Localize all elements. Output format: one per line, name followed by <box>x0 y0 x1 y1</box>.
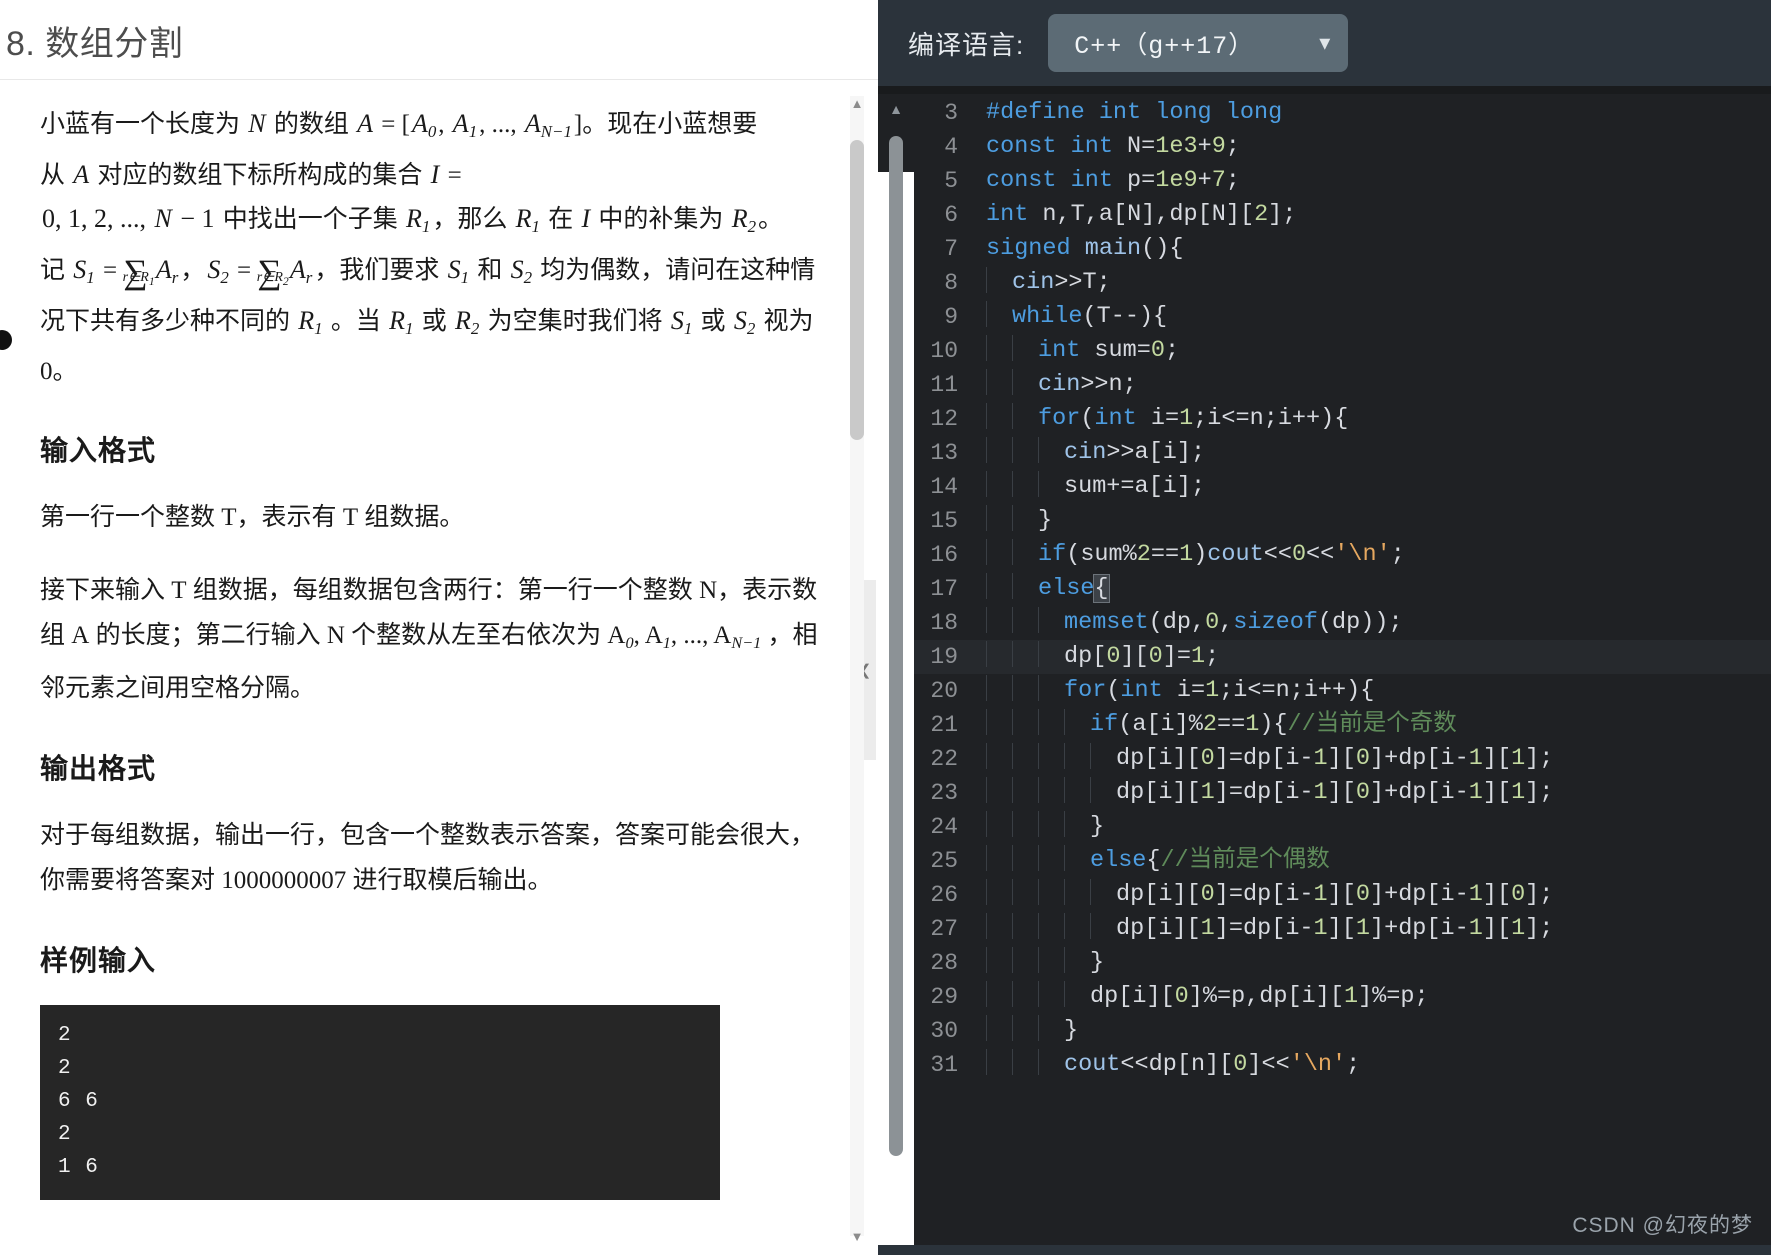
code-line[interactable]: 30} <box>878 1014 1771 1048</box>
code-lines-table: 3 #define int long long 4 const int N=1e3+9… <box>878 96 1771 1082</box>
line-source[interactable]: if(sum%2==1)cout<<0<<'\n'; <box>986 538 1771 572</box>
line-source[interactable]: cout<<dp[n][0]<<'\n'; <box>986 1048 1771 1082</box>
input-format-line-2: 接下来输入 T 组数据，每组数据包含两行：第一行一个整数 N，表示数组 A 的长… <box>40 577 818 703</box>
line-source[interactable]: while(T--){ <box>986 300 1771 334</box>
line-source[interactable]: } <box>986 504 1771 538</box>
code-line[interactable]: 4 const int N=1e3+9; <box>878 130 1771 164</box>
section-heading-input-format: 输入格式 <box>40 435 157 467</box>
page-title: 8. 数组分割 <box>6 25 184 63</box>
code-line[interactable]: 12 for(int i=1;i<=n;i++){ <box>878 402 1771 436</box>
line-source[interactable]: memset(dp,0,sizeof(dp)); <box>986 606 1771 640</box>
line-source[interactable]: for(int i=1;i<=n;i++){ <box>986 402 1771 436</box>
line-source[interactable]: cin>>n; <box>986 368 1771 402</box>
code-line[interactable]: 27 dp[i][1]=dp[i-1][1]+dp[i-1][1]; <box>878 912 1771 946</box>
problem-body: 小蓝有一个长度为 N 的数组 A = [A0, A1, ..., AN−1]。现… <box>0 79 878 1239</box>
input-format-line-1: 第一行一个整数 T，表示有 T 组数据。 <box>40 504 465 532</box>
watermark-text: CSDN @幻夜的梦 <box>1572 1214 1753 1237</box>
code-editor-panel: 编译语言: C++（g++17） ▾ ▲ 3 #define int long l… <box>878 0 1771 1255</box>
compile-language-label: 编译语言: <box>908 29 1025 60</box>
line-source[interactable]: } <box>986 810 1771 844</box>
code-line[interactable]: 8 cin>>T; <box>878 266 1771 300</box>
line-source[interactable]: sum+=a[i]; <box>986 470 1771 504</box>
line-source[interactable]: dp[i][0]%=p,dp[i][1]%=p; <box>986 980 1771 1014</box>
editor-scrollbar[interactable]: ▲ <box>888 102 904 1162</box>
code-line[interactable]: 19 dp[0][0]=1; <box>878 640 1771 674</box>
line-source[interactable]: int n,T,a[N],dp[N][2]; <box>986 198 1771 232</box>
line-source[interactable]: dp[0][0]=1; <box>986 640 1771 674</box>
editor-bottom-bar <box>878 1245 1771 1255</box>
code-line[interactable]: 22 dp[i][0]=dp[i-1][0]+dp[i-1][1]; <box>878 742 1771 776</box>
line-source[interactable]: for(int i=1;i<=n;i++){ <box>986 674 1771 708</box>
line-source[interactable]: dp[i][1]=dp[i-1][0]+dp[i-1][1]; <box>986 776 1771 810</box>
code-line[interactable]: 18 memset(dp,0,sizeof(dp)); <box>878 606 1771 640</box>
editor-scrollbar-thumb[interactable] <box>889 136 903 1156</box>
code-line[interactable]: 29 dp[i][0]%=p,dp[i][1]%=p; <box>878 980 1771 1014</box>
line-source[interactable]: dp[i][1]=dp[i-1][1]+dp[i-1][1]; <box>986 912 1771 946</box>
modulus-value: 1000000007 <box>221 867 347 895</box>
code-line[interactable]: 6 int n,T,a[N],dp[N][2]; <box>878 198 1771 232</box>
code-line[interactable]: 25 else{//当前是个偶数 <box>878 844 1771 878</box>
editor-toolbar: 编译语言: C++（g++17） ▾ <box>878 0 1771 86</box>
line-source[interactable]: #define int long long <box>986 96 1771 130</box>
language-select[interactable]: C++（g++17） ▾ <box>1048 14 1349 72</box>
line-source[interactable]: } <box>986 946 1771 980</box>
code-line[interactable]: 14 sum+=a[i]; <box>878 470 1771 504</box>
section-heading-sample-input: 样例输入 <box>40 945 157 977</box>
code-line[interactable]: 7 signed main(){ <box>878 232 1771 266</box>
language-select-value: C++（g++17） <box>1074 32 1255 61</box>
code-line[interactable]: 23 dp[i][1]=dp[i-1][0]+dp[i-1][1]; <box>878 776 1771 810</box>
code-line[interactable]: 16 if(sum%2==1)cout<<0<<'\n'; <box>878 538 1771 572</box>
code-line[interactable]: 26 dp[i][0]=dp[i-1][0]+dp[i-1][0]; <box>878 878 1771 912</box>
line-source[interactable]: else{ <box>986 572 1771 606</box>
code-line[interactable]: 5 const int p=1e9+7; <box>878 164 1771 198</box>
code-line[interactable]: 24} <box>878 810 1771 844</box>
code-line[interactable]: 31 cout<<dp[n][0]<<'\n'; <box>878 1048 1771 1082</box>
line-source[interactable]: else{//当前是个偶数 <box>986 844 1771 878</box>
editor-top-shadow <box>878 86 1771 94</box>
code-line[interactable]: 13 cin>>a[i]; <box>878 436 1771 470</box>
section-heading-output-format: 输出格式 <box>40 753 157 785</box>
code-line[interactable]: 11 cin>>n; <box>878 368 1771 402</box>
code-line[interactable]: 10 int sum=0; <box>878 334 1771 368</box>
code-line[interactable]: 21 if(a[i]%2==1){//当前是个奇数 <box>878 708 1771 742</box>
code-line[interactable]: 28} <box>878 946 1771 980</box>
line-source[interactable]: const int p=1e9+7; <box>986 164 1771 198</box>
code-line[interactable]: 3 #define int long long <box>878 96 1771 130</box>
line-source[interactable]: cin>>T; <box>986 266 1771 300</box>
editor-scroll-up-icon[interactable]: ▲ <box>888 102 904 116</box>
scroll-up-icon[interactable]: ▲ <box>849 96 865 112</box>
line-source[interactable]: signed main(){ <box>986 232 1771 266</box>
problem-scrollbar-thumb[interactable] <box>850 140 864 440</box>
chevron-down-icon: ▾ <box>1319 30 1331 55</box>
line-source[interactable]: int sum=0; <box>986 334 1771 368</box>
line-source[interactable]: dp[i][0]=dp[i-1][0]+dp[i-1][1]; <box>986 742 1771 776</box>
scroll-down-icon[interactable]: ▼ <box>849 1229 865 1245</box>
problem-statement: 小蓝有一个长度为 N 的数组 A = [A0, A1, ..., AN−1]。现… <box>40 109 816 386</box>
code-line[interactable]: 9 while(T--){ <box>878 300 1771 334</box>
output-format-text: 对于每组数据，输出一行，包含一个整数表示答案，答案可能会很大，你需要将答案对 1… <box>40 822 816 895</box>
line-source[interactable]: if(a[i]%2==1){//当前是个奇数 <box>986 708 1771 742</box>
sample-input-block: 2 2 6 6 2 1 6 <box>40 1005 720 1201</box>
gutter-bullet-icon <box>0 330 12 350</box>
line-source[interactable]: } <box>986 1014 1771 1048</box>
code-view[interactable]: ▲ 3 #define int long long 4 const int N=1e3… <box>878 86 1771 1255</box>
line-source[interactable]: dp[i][0]=dp[i-1][0]+dp[i-1][0]; <box>986 878 1771 912</box>
code-line[interactable]: 17 else{ <box>878 572 1771 606</box>
code-line[interactable]: 15} <box>878 504 1771 538</box>
line-source[interactable]: cin>>a[i]; <box>986 436 1771 470</box>
code-line[interactable]: 20 for(int i=1;i<=n;i++){ <box>878 674 1771 708</box>
app-root: 8. 数组分割 小蓝有一个长度为 N 的数组 A = [A0, A1, ...,… <box>0 0 1771 1255</box>
line-source[interactable]: const int N=1e3+9; <box>986 130 1771 164</box>
problem-panel: 8. 数组分割 小蓝有一个长度为 N 的数组 A = [A0, A1, ...,… <box>0 0 878 1255</box>
